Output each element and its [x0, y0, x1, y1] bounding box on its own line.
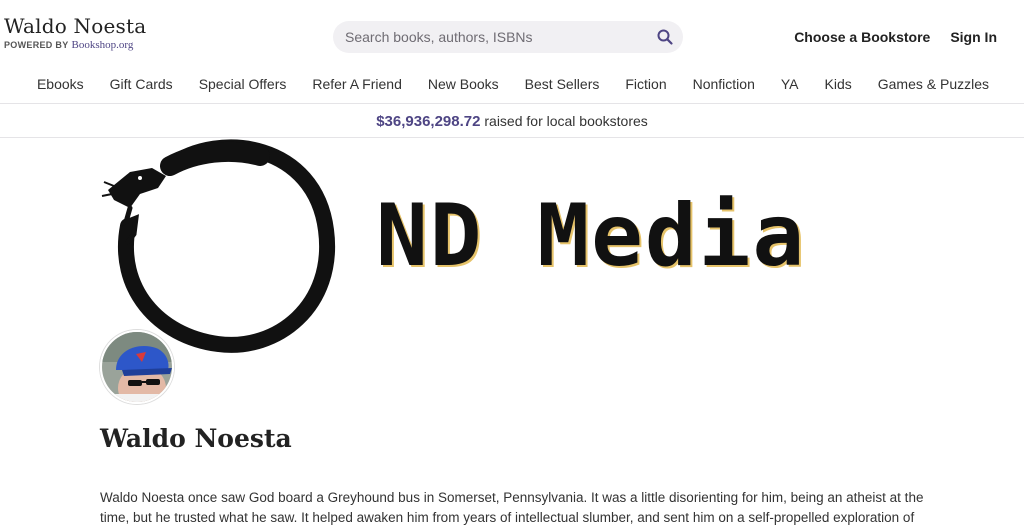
nav-item-nonfiction[interactable]: Nonfiction — [693, 74, 755, 94]
profile-bio: Waldo Noesta once saw God board a Greyho… — [100, 490, 924, 525]
store-name[interactable]: Waldo Noesta — [4, 14, 146, 38]
banner-title: ND Media — [376, 186, 807, 286]
nav-item-ebooks[interactable]: Ebooks — [37, 74, 84, 94]
raised-amount: $36,936,298.72 — [376, 113, 481, 130]
category-nav: Ebooks Gift Cards Special Offers Refer A… — [0, 74, 1024, 94]
search-icon[interactable] — [655, 27, 675, 47]
raised-text: raised for local bookstores — [484, 113, 648, 129]
search-input[interactable] — [345, 21, 645, 53]
powered-by-text: POWERED BY — [4, 40, 69, 50]
raised-banner: $36,936,298.72 raised for local bookstor… — [0, 103, 1024, 138]
avatar — [100, 330, 174, 404]
brand-block[interactable]: Waldo Noesta POWERED BY Bookshop.org — [4, 14, 146, 51]
avatar-image — [102, 332, 172, 402]
powered-by-label: POWERED BY Bookshop.org — [4, 39, 146, 51]
choose-bookstore-link[interactable]: Choose a Bookstore — [794, 29, 930, 45]
nav-item-kids[interactable]: Kids — [825, 74, 852, 94]
nav-item-refer-a-friend[interactable]: Refer A Friend — [312, 74, 402, 94]
nav-item-gift-cards[interactable]: Gift Cards — [110, 74, 173, 94]
nav-item-fiction[interactable]: Fiction — [625, 74, 666, 94]
nav-item-best-sellers[interactable]: Best Sellers — [525, 74, 600, 94]
nav-item-special-offers[interactable]: Special Offers — [199, 74, 287, 94]
ouroboros-icon — [100, 138, 340, 358]
search-bar — [333, 21, 683, 53]
site-header: Waldo Noesta POWERED BYBookshop.org Choo… — [0, 0, 1024, 62]
nav-item-new-books[interactable]: New Books — [428, 74, 499, 94]
nav-item-games-puzzles[interactable]: Games & Puzzles — [878, 74, 989, 94]
nav-item-ya[interactable]: YA — [781, 74, 799, 94]
bookshop-brand-link[interactable]: Bookshop.org — [72, 39, 134, 51]
store-banner: ND Media — [100, 138, 920, 353]
sign-in-link[interactable]: Sign In — [950, 29, 997, 45]
header-links: Choose a Bookstore Sign In — [794, 29, 997, 45]
profile-name: Waldo Noesta — [100, 424, 292, 453]
